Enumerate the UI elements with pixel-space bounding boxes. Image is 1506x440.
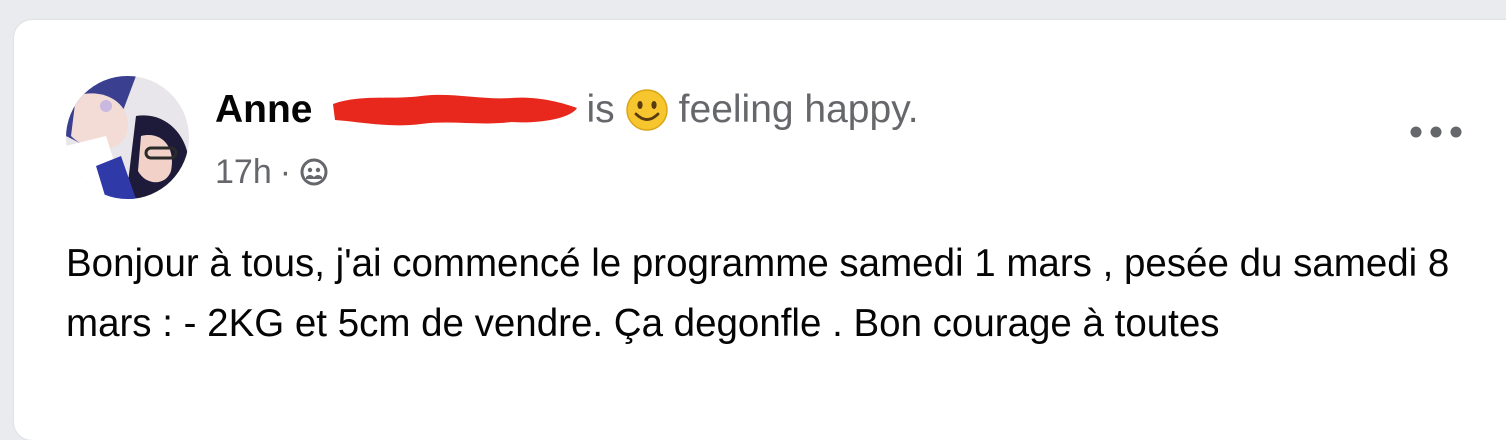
post-card: Anne is feeling happy. 17h · Bonjour à t… [14, 20, 1506, 440]
more-options-icon[interactable] [1408, 118, 1464, 146]
friends-icon[interactable] [299, 157, 329, 187]
feeling-text: feeling happy. [678, 88, 919, 131]
redaction-mark [331, 90, 579, 130]
post-meta: 17h · [215, 150, 329, 194]
is-text: is [586, 88, 615, 131]
post-header: Anne is feeling happy. [215, 84, 919, 136]
author-name[interactable]: Anne [215, 88, 313, 132]
smiling-face-emoji-icon [625, 88, 669, 132]
author-avatar[interactable] [66, 76, 189, 199]
timestamp[interactable]: 17h [215, 153, 272, 192]
separator: · [279, 152, 292, 191]
post-body: Bonjour à tous, j'ai commencé le program… [66, 242, 1450, 345]
